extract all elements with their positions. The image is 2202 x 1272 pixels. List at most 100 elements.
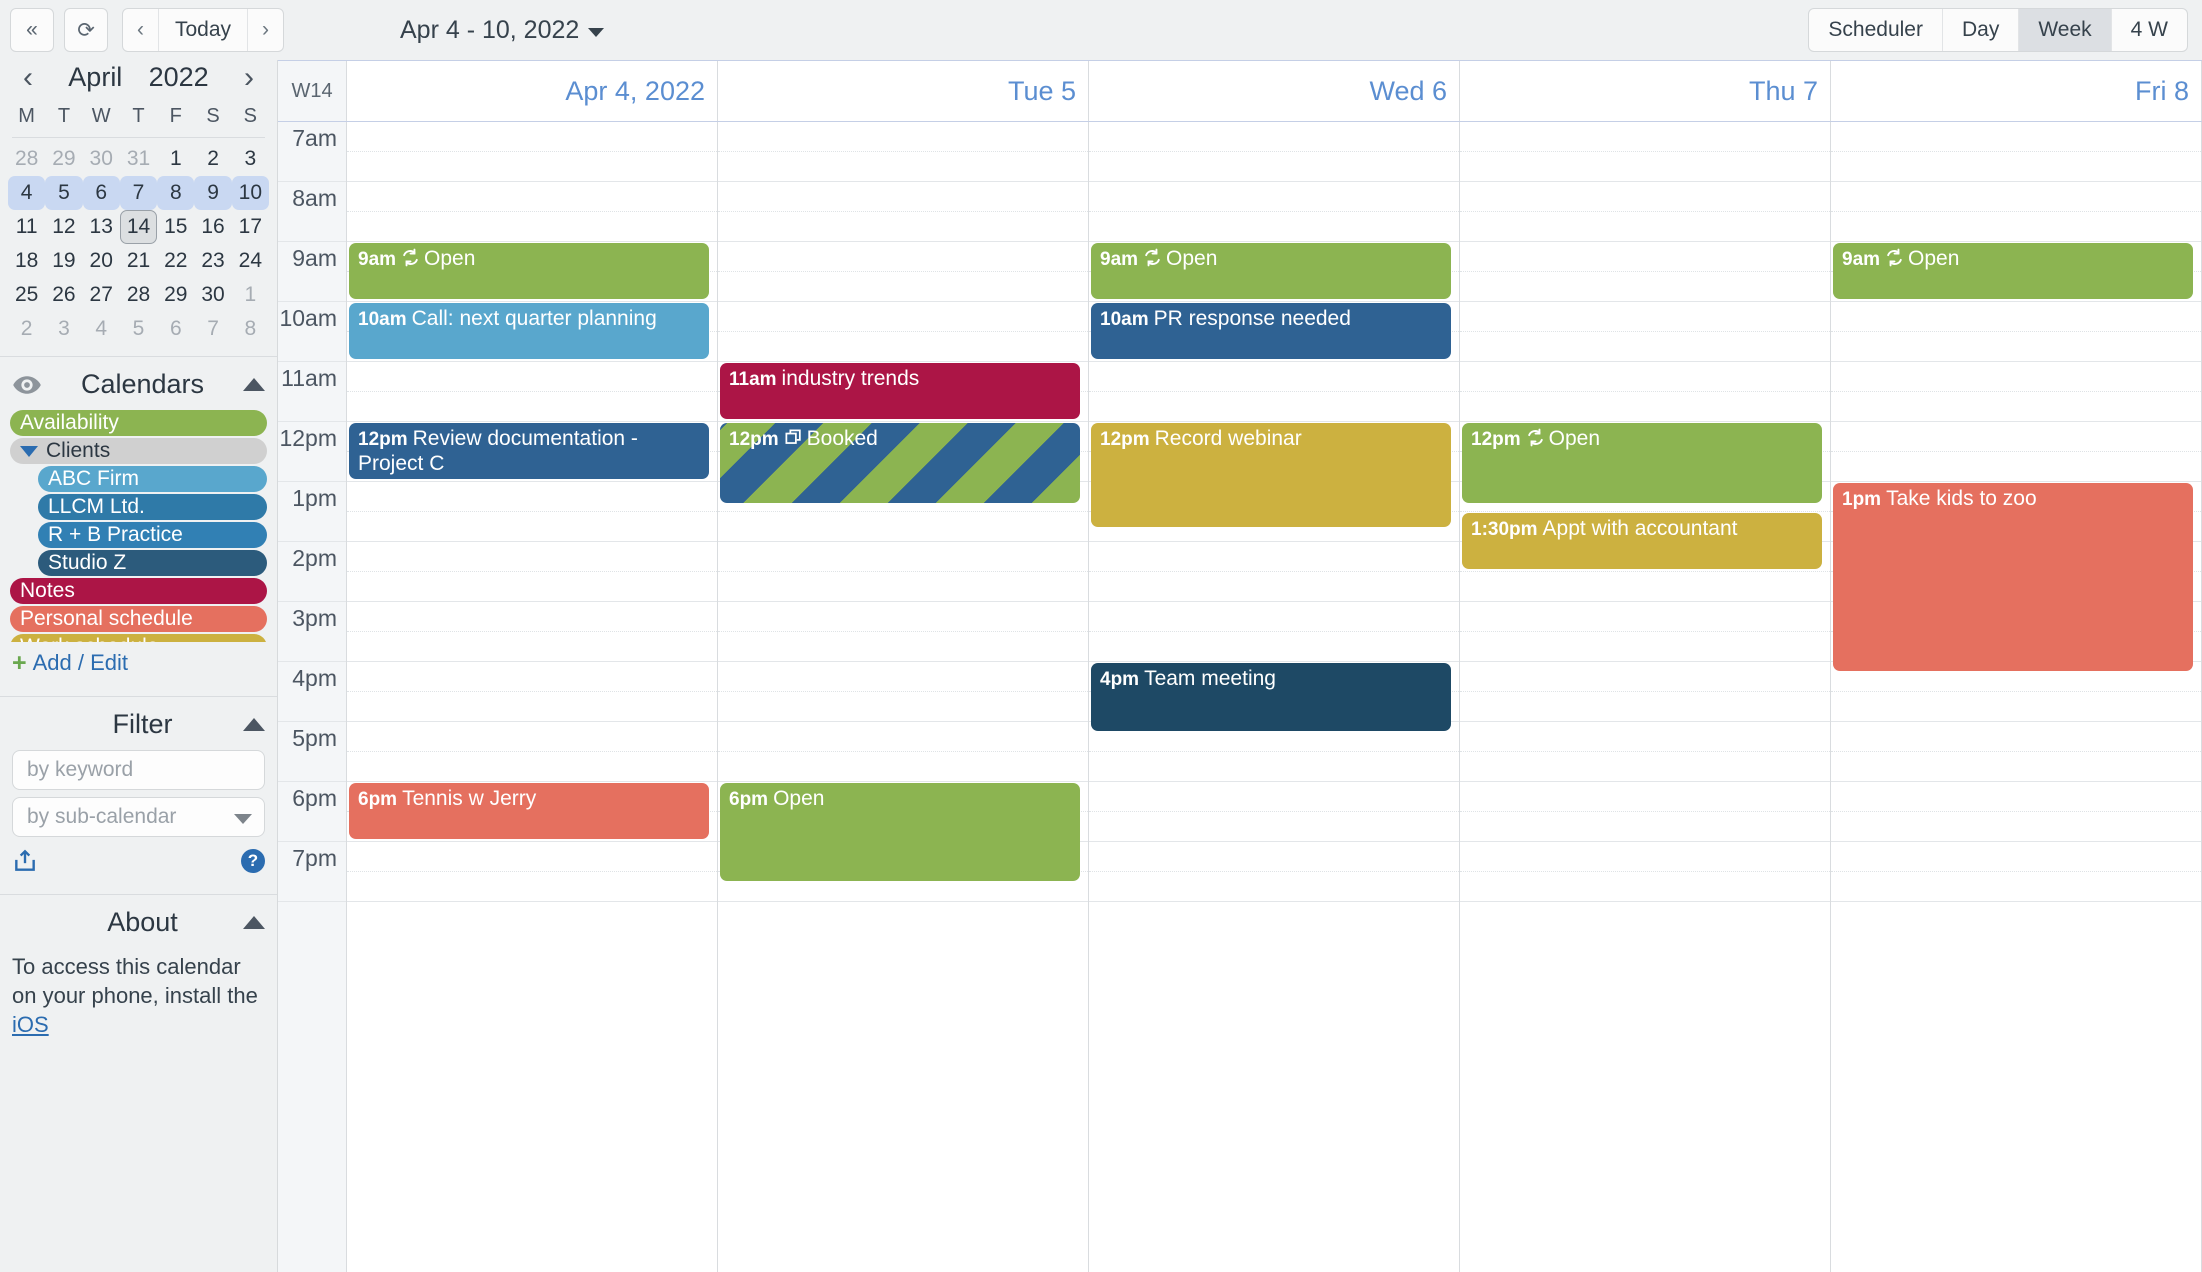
calendar-item-personal-schedule[interactable]: Personal schedule <box>10 606 267 633</box>
day-column-4[interactable]: 9am Open 1pm Take kids to zoo <box>1831 122 2202 1272</box>
mini-cal-day[interactable]: 6 <box>157 312 194 346</box>
triangle-down-icon[interactable] <box>20 445 38 457</box>
keyword-filter-field[interactable] <box>12 750 265 791</box>
event-block[interactable]: 1:30pm Appt with accountant <box>1462 513 1822 569</box>
mini-cal-day[interactable]: 24 <box>232 244 269 278</box>
ios-link[interactable]: iOS <box>12 1012 49 1037</box>
day-column-0[interactable]: 9am Open 10am Call: next quarter planning 12… <box>347 122 718 1272</box>
calendar-item-work-schedule[interactable]: Work schedule <box>10 634 267 643</box>
mini-cal-day[interactable]: 3 <box>232 142 269 176</box>
hour-cell[interactable] <box>1460 302 1830 362</box>
chevron-up-icon[interactable] <box>243 916 265 930</box>
event-block[interactable]: 6pm Tennis w Jerry <box>349 783 709 839</box>
mini-cal-day[interactable]: 19 <box>45 244 82 278</box>
hour-cell[interactable] <box>1831 122 2201 182</box>
mini-cal-day[interactable]: 20 <box>83 244 120 278</box>
hour-cell[interactable] <box>1089 602 1459 662</box>
mini-cal-day[interactable]: 6 <box>82 176 120 211</box>
event-block[interactable]: 9am Open <box>349 243 709 299</box>
mini-cal-day[interactable]: 5 <box>45 176 83 211</box>
hour-cell[interactable] <box>1831 662 2201 722</box>
day-header-3[interactable]: Thu 7 <box>1460 61 1831 121</box>
refresh-button[interactable]: ⟳ <box>64 8 108 52</box>
hour-cell[interactable] <box>347 182 717 242</box>
hour-cell[interactable] <box>1831 782 2201 842</box>
mini-cal-day[interactable]: 16 <box>194 210 231 244</box>
mini-cal-day[interactable]: 28 <box>120 278 157 312</box>
mini-cal-day[interactable]: 28 <box>8 142 45 176</box>
mini-cal-day[interactable]: 27 <box>83 278 120 312</box>
hour-cell[interactable] <box>1460 722 1830 782</box>
mini-cal-day[interactable]: 18 <box>8 244 45 278</box>
hour-cell[interactable] <box>1460 842 1830 902</box>
hour-cell[interactable] <box>1831 362 2201 422</box>
subcalendar-filter-field[interactable] <box>12 797 265 838</box>
keyword-input[interactable] <box>25 757 252 784</box>
day-header-4[interactable]: Fri 8 <box>1831 61 2202 121</box>
hour-cell[interactable] <box>1089 542 1459 602</box>
day-column-2[interactable]: 9am Open 10am PR response needed 12pm Record … <box>1089 122 1460 1272</box>
event-block[interactable]: 10am Call: next quarter planning <box>349 303 709 359</box>
hour-cell[interactable] <box>1089 182 1459 242</box>
day-header-0[interactable]: Apr 4, 2022 <box>347 61 718 121</box>
event-block[interactable]: 12pm Open <box>1462 423 1822 503</box>
view-button-scheduler[interactable]: Scheduler <box>1809 9 1943 51</box>
hour-cell[interactable] <box>1460 782 1830 842</box>
hour-cell[interactable] <box>1460 182 1830 242</box>
hour-cell[interactable] <box>347 122 717 182</box>
chevron-up-icon[interactable] <box>243 378 265 392</box>
mini-cal-day[interactable]: 31 <box>120 142 157 176</box>
event-block[interactable]: 9am Open <box>1091 243 1451 299</box>
hour-cell[interactable] <box>1831 842 2201 902</box>
hour-cell[interactable] <box>1831 302 2201 362</box>
hour-cell[interactable] <box>718 122 1088 182</box>
view-button-week[interactable]: Week <box>2019 9 2112 51</box>
mini-cal-day[interactable]: 12 <box>45 210 82 244</box>
mini-cal-day[interactable]: 4 <box>83 312 120 346</box>
mini-cal-day[interactable]: 11 <box>8 210 45 244</box>
mini-cal-day[interactable]: 7 <box>119 176 158 211</box>
mini-cal-day[interactable]: 7 <box>194 312 231 346</box>
hour-cell[interactable] <box>347 542 717 602</box>
hour-cell[interactable] <box>347 362 717 422</box>
view-button-day[interactable]: Day <box>1943 9 2020 51</box>
calendar-item-clients[interactable]: Clients <box>10 438 267 465</box>
mini-cal-day[interactable]: 26 <box>45 278 82 312</box>
event-block[interactable]: 12pm Review documentation - Project C <box>349 423 709 479</box>
hour-cell[interactable] <box>718 182 1088 242</box>
event-block[interactable]: 10am PR response needed <box>1091 303 1451 359</box>
subcalendar-input[interactable] <box>25 804 252 831</box>
hour-cell[interactable] <box>1089 122 1459 182</box>
hour-cell[interactable] <box>718 242 1088 302</box>
hour-cell[interactable] <box>1089 782 1459 842</box>
mini-cal-day[interactable]: 4 <box>8 176 46 211</box>
collapse-sidebar-button[interactable]: « <box>10 8 54 52</box>
next-period-button[interactable]: › <box>248 9 283 51</box>
hour-cell[interactable] <box>1460 122 1830 182</box>
hour-cell[interactable] <box>1831 182 2201 242</box>
hour-cell[interactable] <box>718 722 1088 782</box>
prev-period-button[interactable]: ‹ <box>123 9 159 51</box>
chevron-up-icon[interactable] <box>243 718 265 732</box>
event-block[interactable]: 1pm Take kids to zoo <box>1833 483 2193 671</box>
mini-cal-day[interactable]: 8 <box>232 312 269 346</box>
date-range-selector[interactable]: Apr 4 - 10, 2022 <box>400 16 605 45</box>
hour-cell[interactable] <box>1089 842 1459 902</box>
calendar-item-studio-z[interactable]: Studio Z <box>38 550 267 577</box>
hour-cell[interactable] <box>718 662 1088 722</box>
event-block[interactable]: 11am industry trends <box>720 363 1080 419</box>
mini-cal-day[interactable]: 13 <box>83 210 120 244</box>
day-column-1[interactable]: 11am industry trends 12pm Booked 6pm Open <box>718 122 1089 1272</box>
hour-cell[interactable] <box>718 302 1088 362</box>
day-header-2[interactable]: Wed 6 <box>1089 61 1460 121</box>
mini-cal-day[interactable]: 25 <box>8 278 45 312</box>
hour-cell[interactable] <box>347 842 717 902</box>
hour-cell[interactable] <box>347 722 717 782</box>
mini-cal-day[interactable]: 30 <box>83 142 120 176</box>
mini-cal-day[interactable]: 29 <box>157 278 194 312</box>
hour-cell[interactable] <box>1460 362 1830 422</box>
mini-cal-day[interactable]: 10 <box>231 176 269 211</box>
mini-cal-day[interactable]: 15 <box>157 210 194 244</box>
hour-cell[interactable] <box>347 482 717 542</box>
mini-cal-day[interactable]: 5 <box>120 312 157 346</box>
